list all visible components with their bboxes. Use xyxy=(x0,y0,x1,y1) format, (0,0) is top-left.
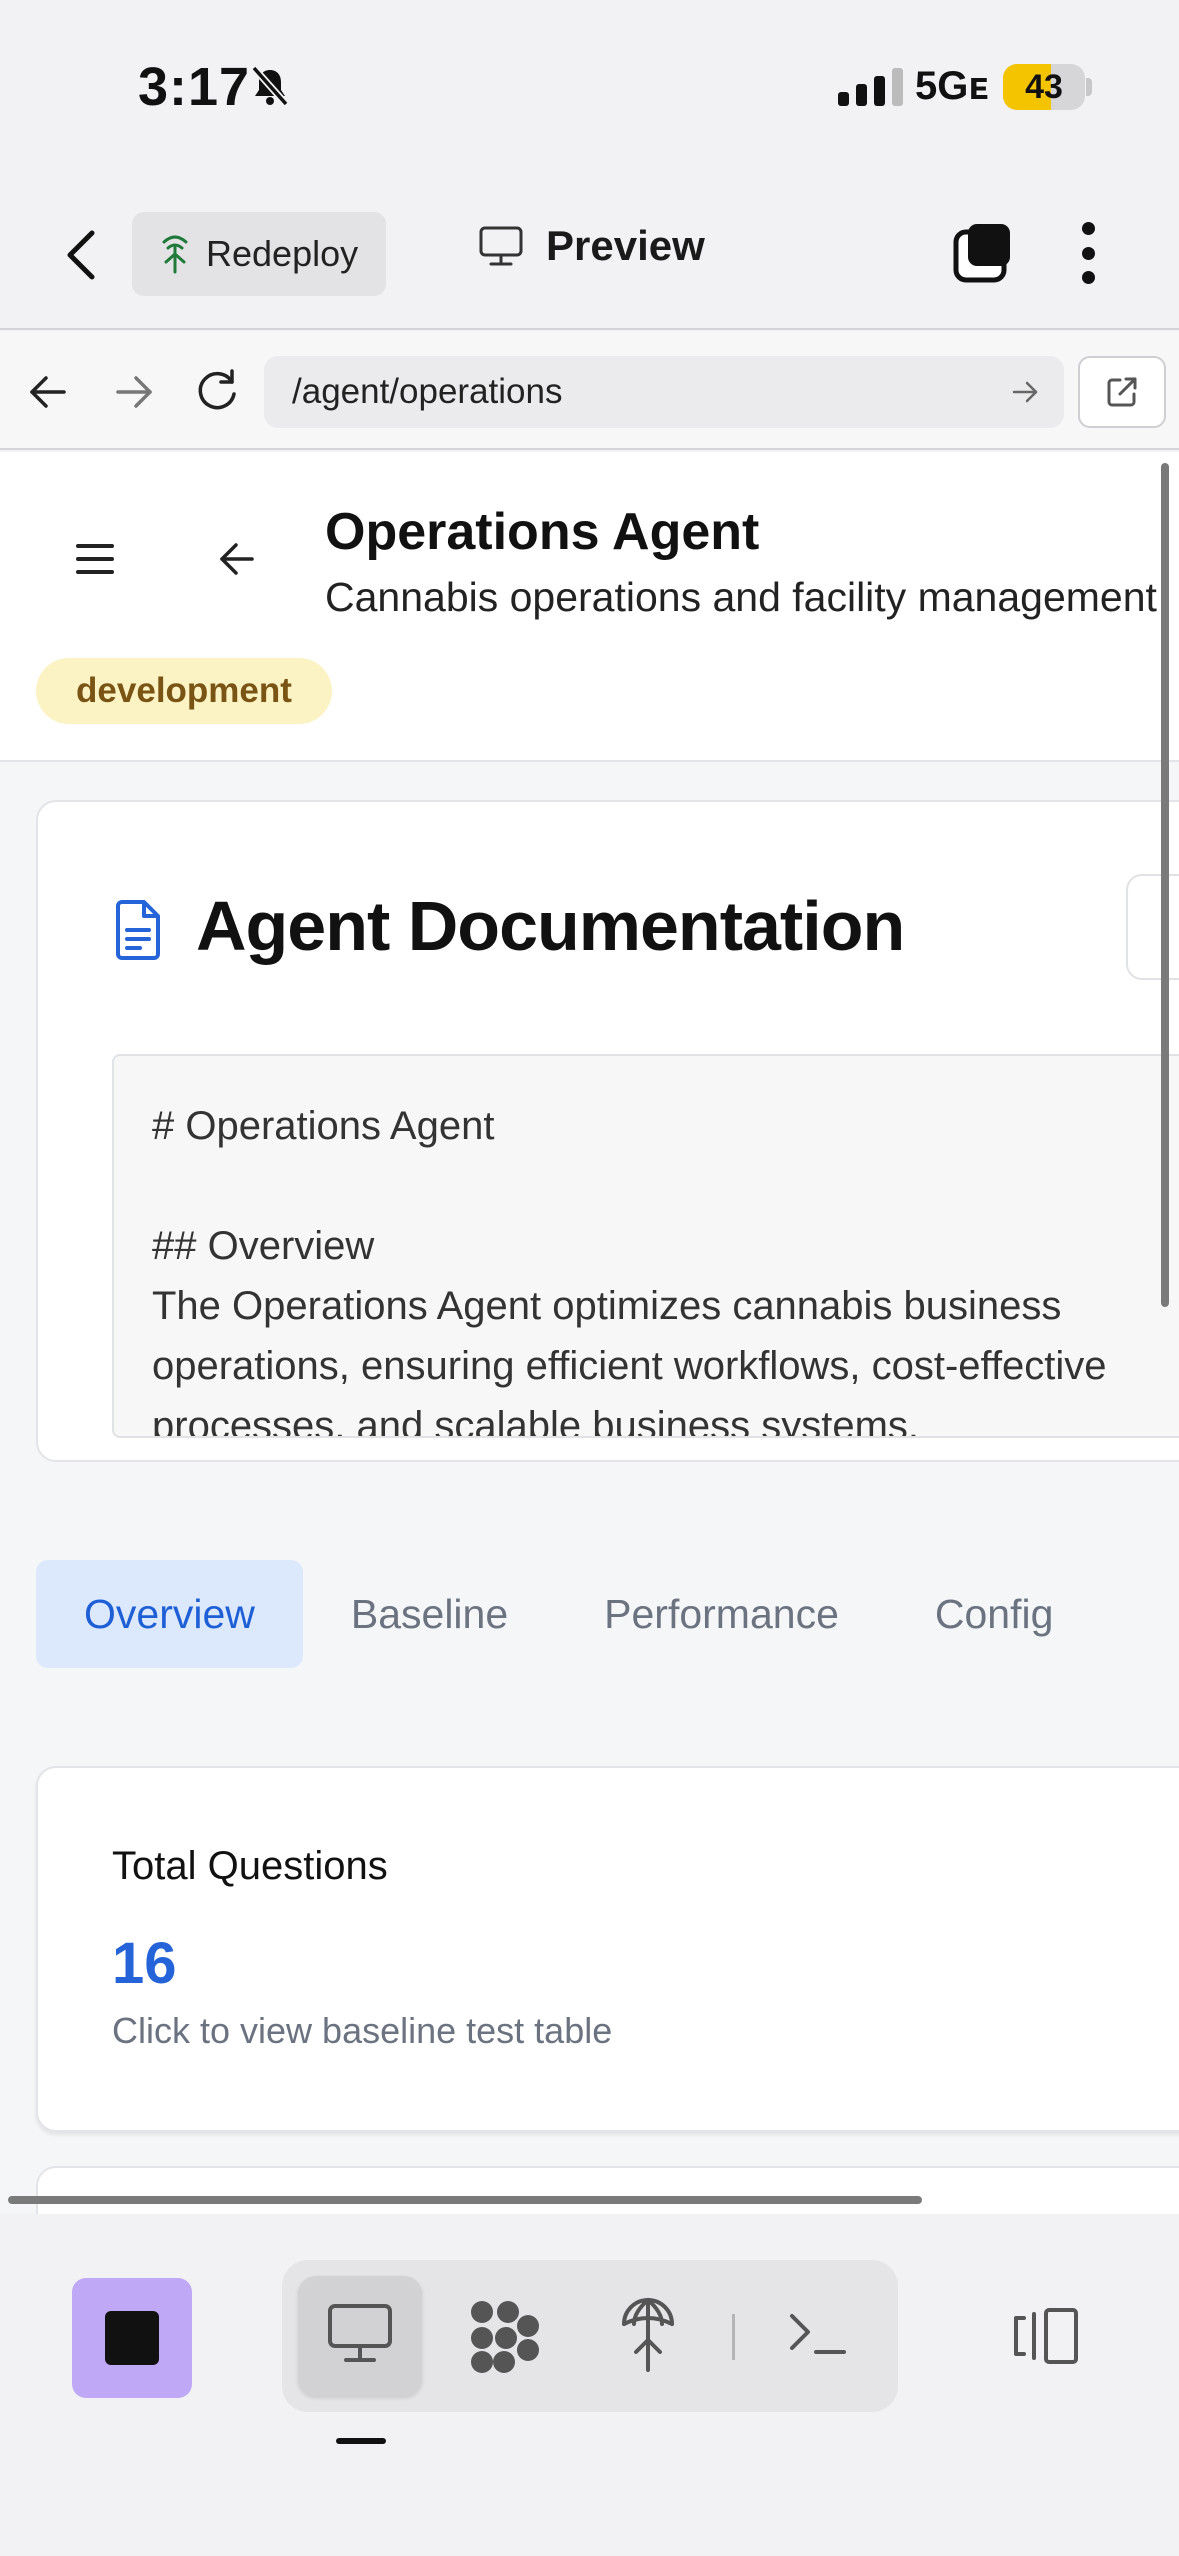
tab-overview[interactable]: Overview xyxy=(36,1560,303,1668)
documentation-content: # Operations Agent ## Overview The Opera… xyxy=(112,1054,1179,1438)
external-link-icon xyxy=(1107,377,1137,407)
browser-back-icon[interactable] xyxy=(26,372,70,417)
deploy-icon[interactable] xyxy=(618,2294,678,2379)
tab-config[interactable]: Config xyxy=(887,1560,1102,1668)
documentation-action-button[interactable] xyxy=(1126,874,1179,980)
switcher-divider xyxy=(732,2314,735,2360)
agent-subtitle: Cannabis operations and facility managem… xyxy=(325,574,1157,620)
status-badge: development xyxy=(36,658,332,724)
url-input[interactable]: /agent/operations xyxy=(264,356,1064,428)
stat-label: Total Questions xyxy=(112,1844,388,1888)
redeploy-button[interactable]: Redeploy xyxy=(132,212,386,296)
puzzle-grid-icon[interactable] xyxy=(466,2298,542,2379)
reload-icon[interactable] xyxy=(192,366,242,421)
open-external-button[interactable] xyxy=(1078,356,1166,428)
battery-icon: 43 xyxy=(1003,64,1085,110)
stop-button[interactable] xyxy=(72,2278,192,2398)
page-back-arrow-icon[interactable] xyxy=(218,540,256,583)
stop-square-icon xyxy=(105,2311,159,2365)
menu-hamburger-icon[interactable] xyxy=(76,544,114,574)
antenna-tree-icon xyxy=(162,235,188,274)
agent-tabs: Overview Baseline Performance Config xyxy=(36,1560,1101,1668)
battery-cap xyxy=(1086,78,1092,96)
horizontal-scrollbar[interactable] xyxy=(8,2196,922,2204)
split-view-icon[interactable] xyxy=(1010,2306,1082,2371)
preview-button[interactable]: Preview xyxy=(478,222,705,270)
document-icon xyxy=(112,900,164,965)
more-options-icon[interactable] xyxy=(1080,222,1096,284)
battery-percent: 43 xyxy=(1025,68,1063,106)
terminal-icon[interactable] xyxy=(786,2306,850,2367)
agent-title: Operations Agent xyxy=(325,503,760,561)
cell-signal-icon xyxy=(838,68,903,106)
browser-forward-icon[interactable] xyxy=(112,372,156,417)
monitor-icon[interactable] xyxy=(326,2302,394,2371)
monitor-icon xyxy=(479,226,523,266)
vertical-scrollbar[interactable] xyxy=(1161,463,1169,1307)
go-arrow-icon[interactable] xyxy=(1010,376,1042,408)
page-content: Operations Agent Cannabis operations and… xyxy=(0,452,1179,2214)
tab-baseline[interactable]: Baseline xyxy=(303,1560,556,1668)
next-card xyxy=(36,2166,1179,2214)
status-time: 3:17 xyxy=(138,57,251,117)
redeploy-label: Redeploy xyxy=(206,233,359,274)
preview-label: Preview xyxy=(546,222,705,269)
url-text: /agent/operations xyxy=(292,372,563,411)
network-type: 5Gᴇ xyxy=(915,64,989,108)
documentation-title: Agent Documentation xyxy=(196,887,905,965)
back-chevron-icon[interactable] xyxy=(62,227,102,283)
silent-bell-icon xyxy=(248,64,292,113)
total-questions-card[interactable] xyxy=(36,1766,1179,2132)
active-view-indicator xyxy=(336,2438,386,2444)
tab-performance[interactable]: Performance xyxy=(556,1560,887,1668)
stat-value: 16 xyxy=(112,1931,177,1996)
stat-hint: Click to view baseline test table xyxy=(112,2010,613,2051)
tabs-switcher-icon[interactable] xyxy=(952,222,1014,284)
